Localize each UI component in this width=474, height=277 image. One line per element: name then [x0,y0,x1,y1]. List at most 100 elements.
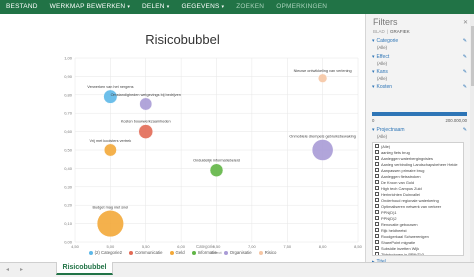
tab-blad[interactable]: BLAD [373,29,385,34]
legend-swatch [191,250,196,255]
legend-item[interactable]: Informatie [191,250,217,255]
legend-item[interactable]: Risico [258,250,277,255]
list-item[interactable]: Tijdsturingen in PPN(D)3 [373,251,463,255]
project-label: PPN(D)2 [381,215,397,221]
project-label: SharePoint migratie [381,239,416,245]
menu-item-werkmap-bewerken[interactable]: WERKMAP BEWERKEN ▾ [44,0,136,14]
tab-next-icon[interactable]: ▸ [20,266,23,273]
menu-item-label: BESTAND [6,3,38,10]
project-list[interactable]: (Alle) aanleg fiets brug Aanleggen waterbe… [372,142,464,256]
chevron-down-icon[interactable]: ▾ [372,54,375,60]
menu-item-opmerkingen[interactable]: OPMERKINGEN [270,0,333,14]
checkbox[interactable] [375,216,379,220]
legend-item[interactable]: Communicatie [129,250,163,255]
x-tick-label: 6,00 [177,244,186,249]
edit-filter-icon[interactable]: ✎ [463,84,467,90]
filter-label: Effect [376,54,390,60]
checkbox[interactable] [375,246,379,250]
sheet-tab-risicobubbel[interactable]: Risicobubbel [56,262,113,275]
checkbox[interactable] [375,150,379,154]
filter-section-kosten[interactable]: ▾ Kosten ✎ [372,84,467,90]
bubble-label: Kosten bouwwerkzaamheden [121,120,171,124]
menu-item-label: ZOEKEN [236,3,265,10]
bubble[interactable] [139,97,153,111]
edit-filter-icon[interactable]: ✎ [463,38,467,44]
kosten-range-slider[interactable] [372,112,467,116]
bubble[interactable] [138,124,154,139]
bubble-chart[interactable]: 0,000,100,200,300,400,500,600,700,800,90… [0,14,365,262]
legend-label: Risico [264,250,277,255]
menu-item-label: DELEN [142,3,165,10]
menu-item-gegevens[interactable]: GEGEVENS ▾ [175,0,230,14]
checkbox[interactable] [375,144,379,148]
checkbox[interactable] [375,204,379,208]
legend-item[interactable]: Geld [169,250,185,255]
close-icon[interactable]: ✕ [463,19,468,26]
checkbox[interactable] [375,252,379,255]
project-label: Aanpassen primaire brug [381,167,425,173]
filter-label: Kosten [376,84,393,90]
x-tick-label: 7,00 [248,244,257,249]
chevron-down-icon[interactable]: ▾ [372,69,375,75]
chevron-down-icon[interactable]: ▾ [372,84,375,90]
checkbox[interactable] [375,228,379,232]
filter-section-kans[interactable]: ▾ Kans (Alle) ✎ [372,69,467,81]
pane-scrollbar[interactable] [470,14,474,262]
project-label: aanleg fiets brug [381,149,410,155]
project-label: Onderhoud regionale waterkering [381,197,439,203]
menu-item-delen[interactable]: DELEN ▾ [136,0,175,14]
checkbox[interactable] [375,168,379,172]
x-tick-label: 4,50 [71,244,80,249]
tab-grafiek[interactable]: GRAFIEK [390,29,410,34]
project-label: PPN(D)1 [381,209,397,215]
filter-section-categorie[interactable]: ▾ Categorie (Alle) ✎ [372,38,467,50]
scrollbar-thumb[interactable] [470,26,474,86]
range-max: 200.000,00 [445,118,467,123]
bubble-label: Vrij met koolsters vertrek [90,139,132,143]
menu-item-zoeken[interactable]: ZOEKEN [230,0,270,14]
y-tick-label: 0,90 [64,74,73,79]
checkbox[interactable] [375,186,379,190]
chevron-down-icon: ▾ [127,4,131,10]
filter-value: (Alle) [377,45,388,50]
bubble[interactable] [209,163,224,177]
bubble[interactable] [311,139,334,161]
checkbox[interactable] [375,198,379,202]
bubble-label: Onmobiele drempels gebruiksbewaking [289,134,355,138]
project-label: Roodgerkaal Schwerenigen [381,233,429,239]
filter-section-projectnaam[interactable]: ▾ Projectnaam (Alle) ✎ [372,127,467,139]
edit-filter-icon[interactable]: ✎ [463,127,467,133]
checkbox[interactable] [375,162,379,166]
x-tick-label: 8,00 [319,244,328,249]
chart-area[interactable]: Risicobubbel 0,00 0,10 0,20 0,30 0,40 0,50 0,6… [0,14,365,262]
checkbox[interactable] [375,234,379,238]
checkbox[interactable] [375,210,379,214]
list-item[interactable]: Aanleg verbinding Landschapsbeheer Heide [373,161,463,167]
checkbox[interactable] [375,222,379,226]
chevron-down-icon[interactable]: ▾ [372,127,375,133]
checkbox[interactable] [375,156,379,160]
project-label: Aanleggen fietsstroken [381,173,421,179]
checkbox[interactable] [375,240,379,244]
bubble-label: Omstandigheden wetgevings bij bedrijven [111,93,181,97]
chevron-down-icon[interactable]: ▾ [372,38,375,44]
range-min: 0 [372,118,375,123]
bubble[interactable] [96,210,124,238]
bubble[interactable] [317,73,328,83]
chevron-down-icon: ▾ [166,4,170,10]
legend-swatch [258,250,263,255]
menu-item-bestand[interactable]: BESTAND [0,0,44,14]
checkbox[interactable] [375,174,379,178]
tab-prev-icon[interactable]: ◂ [6,266,9,273]
legend-item[interactable]: (2) Categorie2 [88,250,122,255]
project-label: Optimaliseren netwerk van verkeer [381,203,442,209]
edit-filter-icon[interactable]: ✎ [463,69,467,75]
legend-item[interactable]: Organisatie [223,250,252,255]
checkbox[interactable] [375,180,379,184]
checkbox[interactable] [375,192,379,196]
bubble[interactable] [103,143,117,157]
legend-swatch [88,250,93,255]
edit-filter-icon[interactable]: ✎ [463,54,467,60]
project-label: Renovatie gebouwen [381,221,418,227]
filter-section-effect[interactable]: ▾ Effect (Alle) ✎ [372,54,467,66]
